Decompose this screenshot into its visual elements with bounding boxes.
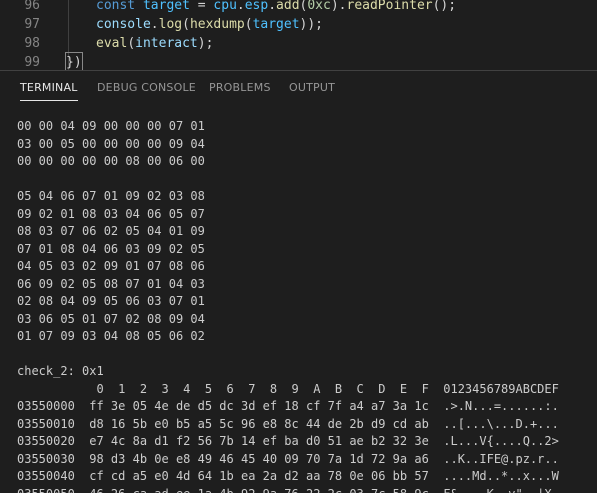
terminal-line: 03 06 05 01 07 02 08 09 04 [17,311,205,326]
code-text: }) [65,52,83,70]
terminal-line: 0 1 2 3 4 5 6 7 8 9 A B C D E F 01234567… [17,381,559,396]
code-token: = [189,0,214,13]
terminal-line: 01 07 09 03 04 08 05 06 02 [17,329,205,343]
code-token: ). [330,0,347,13]
terminal-line: 03550010 d8 16 5b e0 b5 a5 5c 96 e8 8c 4… [17,416,559,431]
tab-debug-console[interactable]: DEBUG CONSOLE [97,81,196,94]
code-token: eval [96,36,128,51]
code-token: hexdump [189,17,245,32]
terminal-line: 03550000 ff 3e 05 4e de d5 dc 3d ef 18 c… [17,399,559,413]
code-text: eval(interact); [96,34,213,53]
terminal-line: 03 00 05 00 00 00 00 09 04 [17,136,205,151]
terminal-line: 02 08 04 09 05 06 03 07 01 [17,294,205,308]
terminal-line: check_2: 0x1 [17,364,104,378]
terminal-line: 03550040 cf cd a5 e0 4d 64 1b ea 2a d2 a… [17,469,559,483]
terminal-line: 09 02 01 08 03 04 06 05 07 [17,206,205,221]
code-token: log [158,17,183,32]
code-editor[interactable]: 96 const target = cpu.esp.add(0xc).readPo… [0,0,597,70]
code-token: ( [127,36,136,51]
code-token: target [142,0,190,13]
code-token: esp [244,0,269,13]
terminal-line: 05 04 06 07 01 09 02 03 08 [17,189,205,203]
code-token: interact [135,36,198,51]
terminal-line: 08 03 07 06 02 05 04 01 09 [17,224,205,238]
terminal-line: 00 00 00 00 00 08 00 06 00 [17,154,205,168]
code-line: 96 const target = cpu.esp.add(0xc).readPo… [0,0,597,15]
code-token: )); [299,17,324,32]
line-number: 96 [24,0,40,13]
code-token: . [150,17,159,32]
terminal-line: 04 05 03 02 09 01 07 08 06 [17,259,205,273]
vscode-window: 96 const target = cpu.esp.add(0xc).readPo… [0,0,597,493]
code-token: (); [432,0,457,13]
terminal-line: 00 00 04 09 00 00 00 07 01 [17,119,205,133]
tab-output[interactable]: OUTPUT [289,81,335,94]
code-token: 0xc [307,0,331,13]
code-line: 98 eval(interact); [0,34,597,53]
terminal-line: 07 01 08 04 06 03 09 02 05 [17,241,205,256]
terminal-line: 06 09 02 05 08 07 01 04 03 [17,276,205,291]
code-token: add [276,0,300,13]
tab-terminal[interactable]: TERMINAL [20,81,78,101]
code-text: console.log(hexdump(target)); [96,15,323,34]
line-number: 97 [24,17,40,32]
line-number: 98 [24,36,40,51]
terminal-line: 03550050 46 26 ca ad ee 1a 4b 92 9a 76 2… [17,486,592,493]
code-token: const [96,0,136,13]
terminal-line: 03550030 98 d3 4b 0e e8 49 46 45 40 09 7… [17,451,559,466]
code-token: }) [65,52,83,70]
code-token: . [268,0,277,13]
code-token: ); [197,36,214,51]
tab-problems[interactable]: PROBLEMS [209,81,271,94]
code-token: readPointer [346,0,433,13]
code-token: ( [182,17,190,32]
code-token: ( [244,17,253,32]
code-token: console [96,17,151,32]
terminal-output[interactable]: 00 00 04 09 00 00 00 07 01 03 00 05 00 00… [17,118,592,493]
code-line: 99}) [0,52,597,70]
code-token: . [236,0,245,13]
code-token: cpu [213,0,237,13]
code-token: target [252,17,300,32]
terminal-line: 03550020 e7 4c 8a d1 f2 56 7b 14 ef ba d… [17,434,559,448]
code-text: const target = cpu.esp.add(0xc).readPoin… [96,0,456,15]
panel-tab-bar: TERMINAL DEBUG CONSOLE PROBLEMS OUTPUT [0,71,597,105]
code-line: 97 console.log(hexdump(target)); [0,15,597,34]
line-number: 99 [24,55,40,70]
